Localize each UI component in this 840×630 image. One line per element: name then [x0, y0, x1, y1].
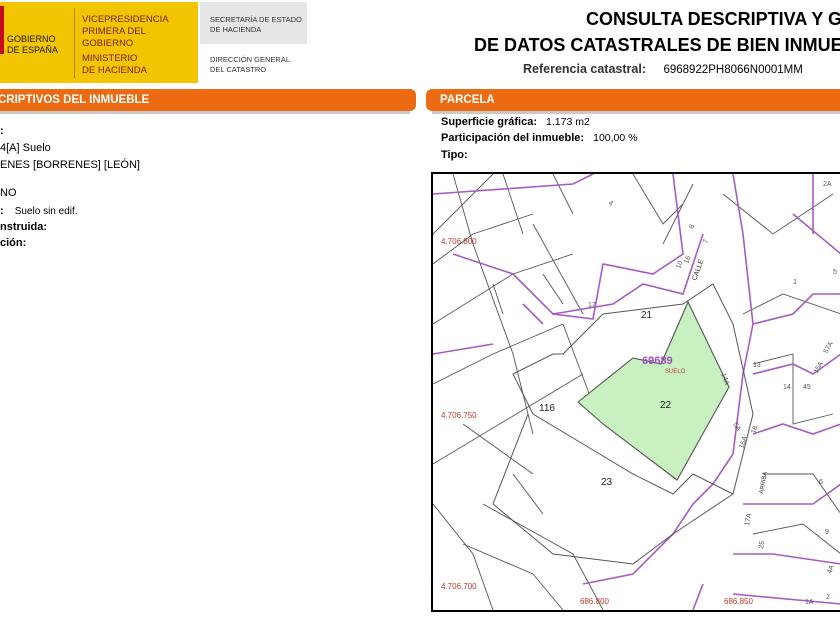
document-title: CONSULTA DESCRIPTIVA Y GRÁFICA DE DATOS …	[436, 6, 840, 58]
cadastral-reference-value: 6968922PH8066N0001MM	[663, 64, 803, 76]
left-field-3: ENES [BORRENES] [LEÓN]	[0, 159, 140, 171]
neighbour-label-6: 6	[819, 479, 823, 486]
neighbour-label-16: 16	[683, 255, 692, 265]
descriptive-data-heading: CRIPTIVOS DEL INMUEBLE	[0, 94, 150, 106]
neighbour-label-4: 4	[607, 200, 614, 208]
left-field-value: 4[A] Suelo	[0, 142, 51, 154]
neighbour-label-17a: 17A	[744, 513, 753, 527]
neighbour-label-25: 25	[758, 540, 766, 549]
logo-ministerio-text: MINISTERIO DE HACIENDA	[82, 53, 147, 76]
left-field-1: :	[0, 125, 4, 137]
coord-label-north-2: 4.706.750	[441, 411, 477, 420]
cadastral-reference-label: Referencia catastral:	[523, 62, 646, 76]
left-field-7: ción:	[0, 237, 26, 249]
cadastral-reference: Referencia catastral: 6968922PH8066N0001…	[523, 62, 803, 76]
selected-parcel[interactable]	[577, 300, 730, 481]
cadastral-map[interactable]: 69689 SUELO 22 21 116 23 13 17 1 4A 16 18…	[431, 172, 840, 612]
surface-row: Superficie gráfica: 1.173 m2	[441, 116, 590, 128]
participation-value: 100,00 %	[593, 132, 638, 144]
neighbour-label-9: 9	[825, 529, 829, 536]
neighbour-label-21: 21	[641, 310, 653, 321]
neighbour-label-116: 116	[539, 403, 555, 414]
neighbour-label-15a: 15A	[813, 360, 825, 375]
parcel-id-label: 69689	[642, 355, 673, 367]
left-field-4: NO	[0, 187, 17, 199]
neighbour-label-16a: 16A	[738, 435, 749, 449]
right-bar-shadow	[432, 111, 840, 114]
parcel-number-label: 22	[660, 400, 672, 411]
logo-vicepresidencia-text: VICEPRESIDENCIA PRIMERA DEL GOBIERNO	[82, 14, 169, 49]
coord-label-north-3: 4.706.700	[441, 582, 477, 591]
type-row: Tipo:	[441, 149, 474, 161]
neighbour-label-23: 23	[601, 477, 613, 488]
neighbour-label-18: 18	[750, 425, 759, 435]
neighbour-label-1: 1	[793, 279, 797, 286]
neighbour-label-14: 14	[783, 384, 791, 391]
logo-direccion-text: DIRECCIÓN GENERAL DEL CATASTRO	[210, 55, 291, 74]
coat-of-arms-icon	[0, 6, 4, 54]
type-label: Tipo:	[441, 149, 468, 161]
street-label-arriba: ARRIBA	[759, 471, 769, 494]
surface-label: Superficie gráfica:	[441, 116, 537, 128]
cadastral-map-svg: 69689 SUELO 22 21 116 23 13 17 1 4A 16 18…	[433, 174, 840, 610]
left-field-label: :	[0, 205, 4, 217]
neighbour-label-17: 17	[588, 302, 596, 309]
participation-label: Participación del inmueble:	[441, 132, 585, 144]
coord-label-east-1: 686.800	[580, 597, 609, 606]
coord-label-east-2: 686.850	[724, 597, 753, 606]
left-bar-shadow	[0, 111, 410, 114]
logo-secretaria-text: SECRETARÍA DE ESTADO DE HACIENDA	[210, 15, 302, 34]
neighbour-label-2: 2	[826, 594, 830, 601]
neighbour-label-2a: 2A	[823, 181, 832, 188]
parcel-header: PARCELA	[426, 89, 840, 111]
left-field-2: 4[A] Suelo	[0, 142, 51, 154]
neighbour-label-5: 5	[833, 269, 837, 276]
parcel-heading: PARCELA	[440, 94, 495, 106]
left-field-label: nstruida:	[0, 221, 48, 233]
neighbour-label-4a: 4A	[826, 564, 836, 575]
left-field-value: ENES [BORRENES] [LEÓN]	[0, 159, 140, 171]
neighbour-label-45: 45	[803, 384, 811, 391]
neighbour-label-7: 7	[702, 239, 710, 245]
left-field-label: ción:	[0, 237, 27, 249]
coord-label-north-1: 4.706.800	[441, 237, 477, 246]
document-title-line2: DE DATOS CATASTRALES DE BIEN INMUEBLE	[474, 35, 840, 55]
surface-value: 1.173 m2	[546, 116, 590, 128]
descriptive-data-header: CRIPTIVOS DEL INMUEBLE	[0, 89, 416, 111]
neighbour-label-13: 13	[753, 362, 761, 369]
neighbour-label-57a: 57A	[823, 340, 835, 355]
neighbour-label-8: 8	[688, 224, 696, 230]
document-title-line1: CONSULTA DESCRIPTIVA Y GRÁFICA	[586, 9, 840, 29]
participation-row: Participación del inmueble: 100,00 %	[441, 132, 637, 144]
left-field-5: : Suelo sin edif.	[0, 205, 78, 217]
parcel-use-label: SUELO	[665, 369, 686, 375]
neighbour-label-5a: 5A	[731, 422, 742, 433]
left-field-value: Suelo sin edif.	[14, 206, 78, 217]
logo-gobierno-text: GOBIERNO DE ESPAÑA	[7, 34, 58, 55]
neighbour-label-1a: 1A	[805, 599, 814, 606]
left-field-6: nstruida:	[0, 221, 47, 233]
left-field-label: :	[0, 125, 4, 137]
left-field-value: NO	[0, 187, 17, 199]
logo-divider	[74, 8, 75, 78]
